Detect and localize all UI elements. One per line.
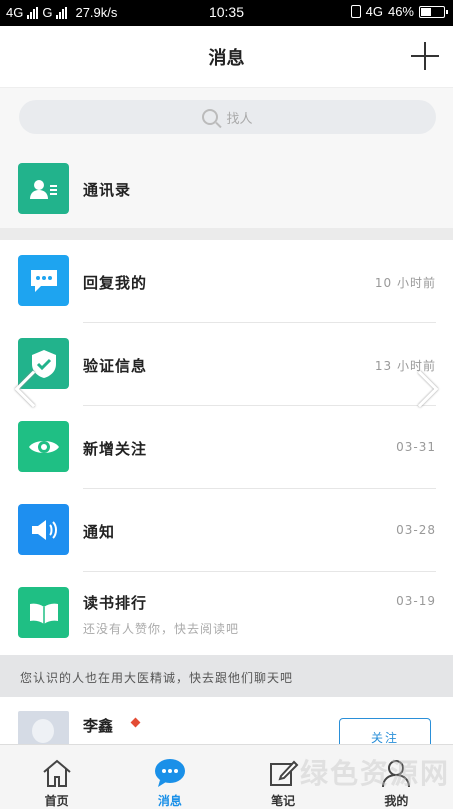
user-icon — [379, 757, 413, 789]
note-edit-icon — [266, 757, 300, 789]
tab-home[interactable]: 首页 — [0, 745, 113, 809]
list-item-time: 03-31 — [396, 440, 436, 454]
network-type-right: 4G — [365, 4, 383, 19]
search-area: 找人 — [0, 88, 453, 148]
list-item-notice[interactable]: 通知 03-28 — [0, 489, 453, 572]
tab-label: 我的 — [384, 794, 409, 808]
tab-label: 消息 — [157, 794, 182, 808]
list-item-time: 03-28 — [396, 523, 436, 537]
suggested-user-name: 李鑫 — [83, 717, 114, 735]
tab-notes[interactable]: 笔记 — [227, 745, 340, 809]
list-item-label: 通知 — [83, 523, 116, 541]
chat-bubble-icon — [18, 255, 69, 306]
tab-label: 笔记 — [271, 794, 296, 808]
tab-me[interactable]: 我的 — [340, 745, 453, 809]
vibrate-icon — [350, 5, 361, 18]
list-item-time: 10 小时前 — [374, 276, 436, 290]
speaker-icon — [18, 504, 69, 555]
contacts-label: 通讯录 — [83, 181, 132, 199]
status-right: 4G 46% — [350, 4, 448, 19]
battery-icon — [419, 5, 448, 18]
section-gap — [0, 228, 453, 240]
battery-percent: 46% — [387, 4, 414, 19]
home-icon — [40, 757, 74, 789]
book-icon — [18, 587, 69, 638]
list-item-time: 03-19 — [396, 594, 436, 608]
tab-messages[interactable]: 消息 — [113, 745, 226, 809]
bottom-tab-bar: 首页 消息 笔记 我的 — [0, 744, 453, 809]
list-item-reading-rank[interactable]: 读书排行 03-19 还没有人赞你，快去阅读吧 — [0, 572, 453, 655]
page-title: 消息 — [208, 48, 245, 69]
status-bar: 4G G 27.9k/s 10:35 4G 46% — [0, 0, 453, 26]
message-icon — [153, 757, 187, 789]
header: 消息 — [0, 26, 453, 88]
recommend-notice: 您认识的人也在用大医精诚，快去跟他们聊天吧 — [0, 655, 453, 697]
list-item-label: 新增关注 — [83, 440, 148, 458]
contact-card-icon — [18, 163, 69, 214]
list-item-label: 读书排行 — [83, 594, 148, 612]
chevron-right-icon[interactable] — [401, 370, 441, 410]
battery-fill — [421, 7, 431, 16]
suggested-user-row[interactable]: 李鑫 关注 — [0, 697, 453, 762]
chevron-left-icon[interactable] — [12, 370, 52, 410]
search-placeholder: 找人 — [226, 111, 253, 127]
list-item-label: 验证信息 — [83, 357, 148, 375]
list-item-reply[interactable]: 回复我的 10 小时前 — [0, 240, 453, 323]
gender-badge-icon — [130, 717, 141, 728]
list-item-new-follow[interactable]: 新增关注 03-31 — [0, 406, 453, 489]
contacts-row[interactable]: 通讯录 — [0, 148, 453, 228]
list-item-verify[interactable]: 验证信息 13 小时前 — [0, 323, 453, 406]
eye-icon — [18, 421, 69, 472]
tab-label: 首页 — [44, 794, 69, 808]
search-icon — [202, 109, 219, 125]
search-input[interactable]: 找人 — [19, 100, 436, 134]
plus-icon[interactable] — [411, 42, 439, 70]
list-item-label: 回复我的 — [83, 274, 148, 292]
list-item-subtitle: 还没有人赞你，快去阅读吧 — [83, 622, 240, 636]
